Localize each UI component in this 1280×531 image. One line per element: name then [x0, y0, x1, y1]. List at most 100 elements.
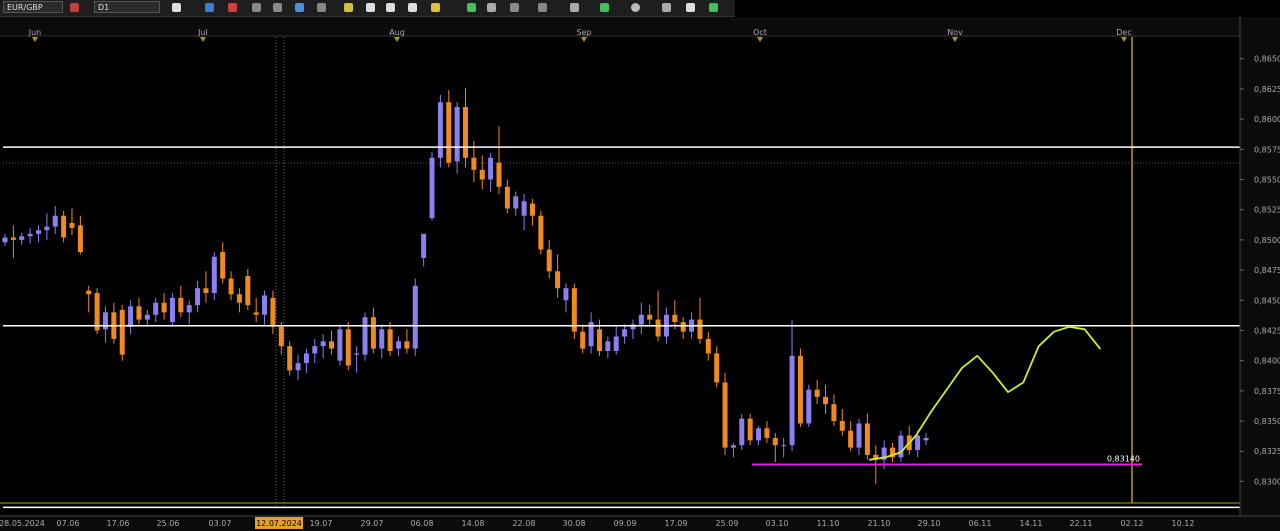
y-tick-label: 0,8450 [1254, 296, 1280, 305]
candle-down [404, 341, 410, 349]
y-tick-label: 0,8525 [1254, 206, 1280, 215]
date-label: 03.07 [209, 519, 232, 528]
date-label: 03.10 [766, 519, 789, 528]
candle-down [136, 306, 142, 320]
candle-down [848, 430, 854, 448]
y-tick-label: 0,8500 [1254, 236, 1280, 245]
candle-down [161, 302, 167, 313]
candle-up [622, 329, 628, 337]
date-label: 19.07 [310, 519, 333, 528]
date-label: 28.05.2024 [0, 519, 45, 528]
candle-down [697, 319, 703, 339]
candle-down [722, 382, 728, 448]
candle-down [479, 169, 485, 180]
candle-down [463, 107, 468, 158]
candle-up [211, 256, 217, 294]
candle-up [262, 295, 268, 315]
candle-up [856, 423, 862, 448]
date-label: 06.08 [411, 519, 434, 528]
candle-up [421, 233, 427, 259]
highlighted-date-label: 12.07.2024 [256, 519, 302, 528]
candle-up [320, 341, 326, 347]
candle-up [153, 302, 159, 315]
date-label: 14.11 [1020, 519, 1043, 528]
candle-down [864, 423, 870, 455]
candle-down [220, 251, 226, 279]
candle-down [504, 186, 510, 209]
month-strip [0, 17, 1240, 36]
candle-up [195, 288, 201, 306]
candle-down [831, 404, 837, 422]
candle-down [823, 396, 829, 405]
candle-down [555, 271, 561, 289]
candle-down [446, 102, 452, 163]
candle-down [764, 428, 770, 438]
y-tick-label: 0,8625 [1254, 85, 1280, 94]
price-chart[interactable]: 0,857680,842890,827850,856370,833670,831… [0, 0, 1280, 531]
candle-down [10, 237, 16, 240]
y-tick-label: 0,8550 [1254, 176, 1280, 185]
candle-down [596, 329, 602, 351]
date-label: 22.11 [1070, 519, 1093, 528]
candle-up [303, 353, 309, 364]
date-label: 22.08 [513, 519, 536, 528]
chart-background [0, 17, 1280, 531]
candle-down [680, 322, 686, 332]
candle-down [69, 222, 75, 228]
candle-up [781, 445, 787, 447]
candle-up [396, 341, 402, 349]
candle-down [253, 312, 259, 315]
candle-up [337, 329, 343, 361]
y-tick-label: 0,8325 [1254, 447, 1280, 456]
candle-up [437, 102, 443, 158]
candle-up [429, 157, 435, 219]
month-label: Jun [28, 28, 42, 37]
candle-down [61, 215, 67, 238]
y-tick-label: 0,8375 [1254, 387, 1280, 396]
date-label: 17.09 [665, 519, 688, 528]
y-tick-label: 0,8400 [1254, 357, 1280, 366]
candle-down [839, 421, 845, 431]
candle-down [647, 314, 653, 320]
date-label: 02.12 [1121, 519, 1144, 528]
date-label: 25.09 [716, 519, 739, 528]
candle-up [312, 346, 318, 354]
candle-up [730, 445, 736, 448]
candle-down [94, 293, 100, 331]
candle-up [915, 435, 921, 451]
month-label: Sep [576, 28, 591, 37]
candle-up [806, 389, 812, 424]
candle-down [178, 297, 184, 313]
candle-up [513, 196, 519, 209]
date-label: 09.09 [614, 519, 637, 528]
candle-down [329, 341, 335, 349]
y-tick-label: 0,8425 [1254, 326, 1280, 335]
candle-up [144, 314, 150, 320]
date-label: 30.08 [563, 519, 586, 528]
candle-down [86, 290, 92, 295]
candle-up [102, 312, 108, 330]
candle-up [488, 157, 494, 180]
candle-up [563, 288, 569, 301]
y-tick-label: 0,8650 [1254, 55, 1280, 64]
candle-up [605, 341, 611, 351]
candle-up [2, 237, 8, 243]
y-tick-label: 0,8475 [1254, 266, 1280, 275]
candle-down [387, 329, 393, 351]
candle-up [613, 336, 619, 351]
candle-up [756, 428, 762, 441]
candle-up [128, 306, 134, 327]
month-label: Aug [389, 28, 405, 37]
date-label: 29.10 [918, 519, 941, 528]
candle-up [923, 437, 929, 441]
candle-up [454, 107, 460, 162]
candle-up [638, 314, 644, 325]
date-label: 21.10 [868, 519, 891, 528]
candle-down [714, 353, 720, 383]
candle-up [739, 418, 745, 446]
candle-up [169, 297, 175, 323]
month-label: Jul [197, 28, 208, 37]
candle-up [295, 363, 301, 371]
candle-up [354, 353, 360, 355]
date-label: 14.08 [462, 519, 485, 528]
